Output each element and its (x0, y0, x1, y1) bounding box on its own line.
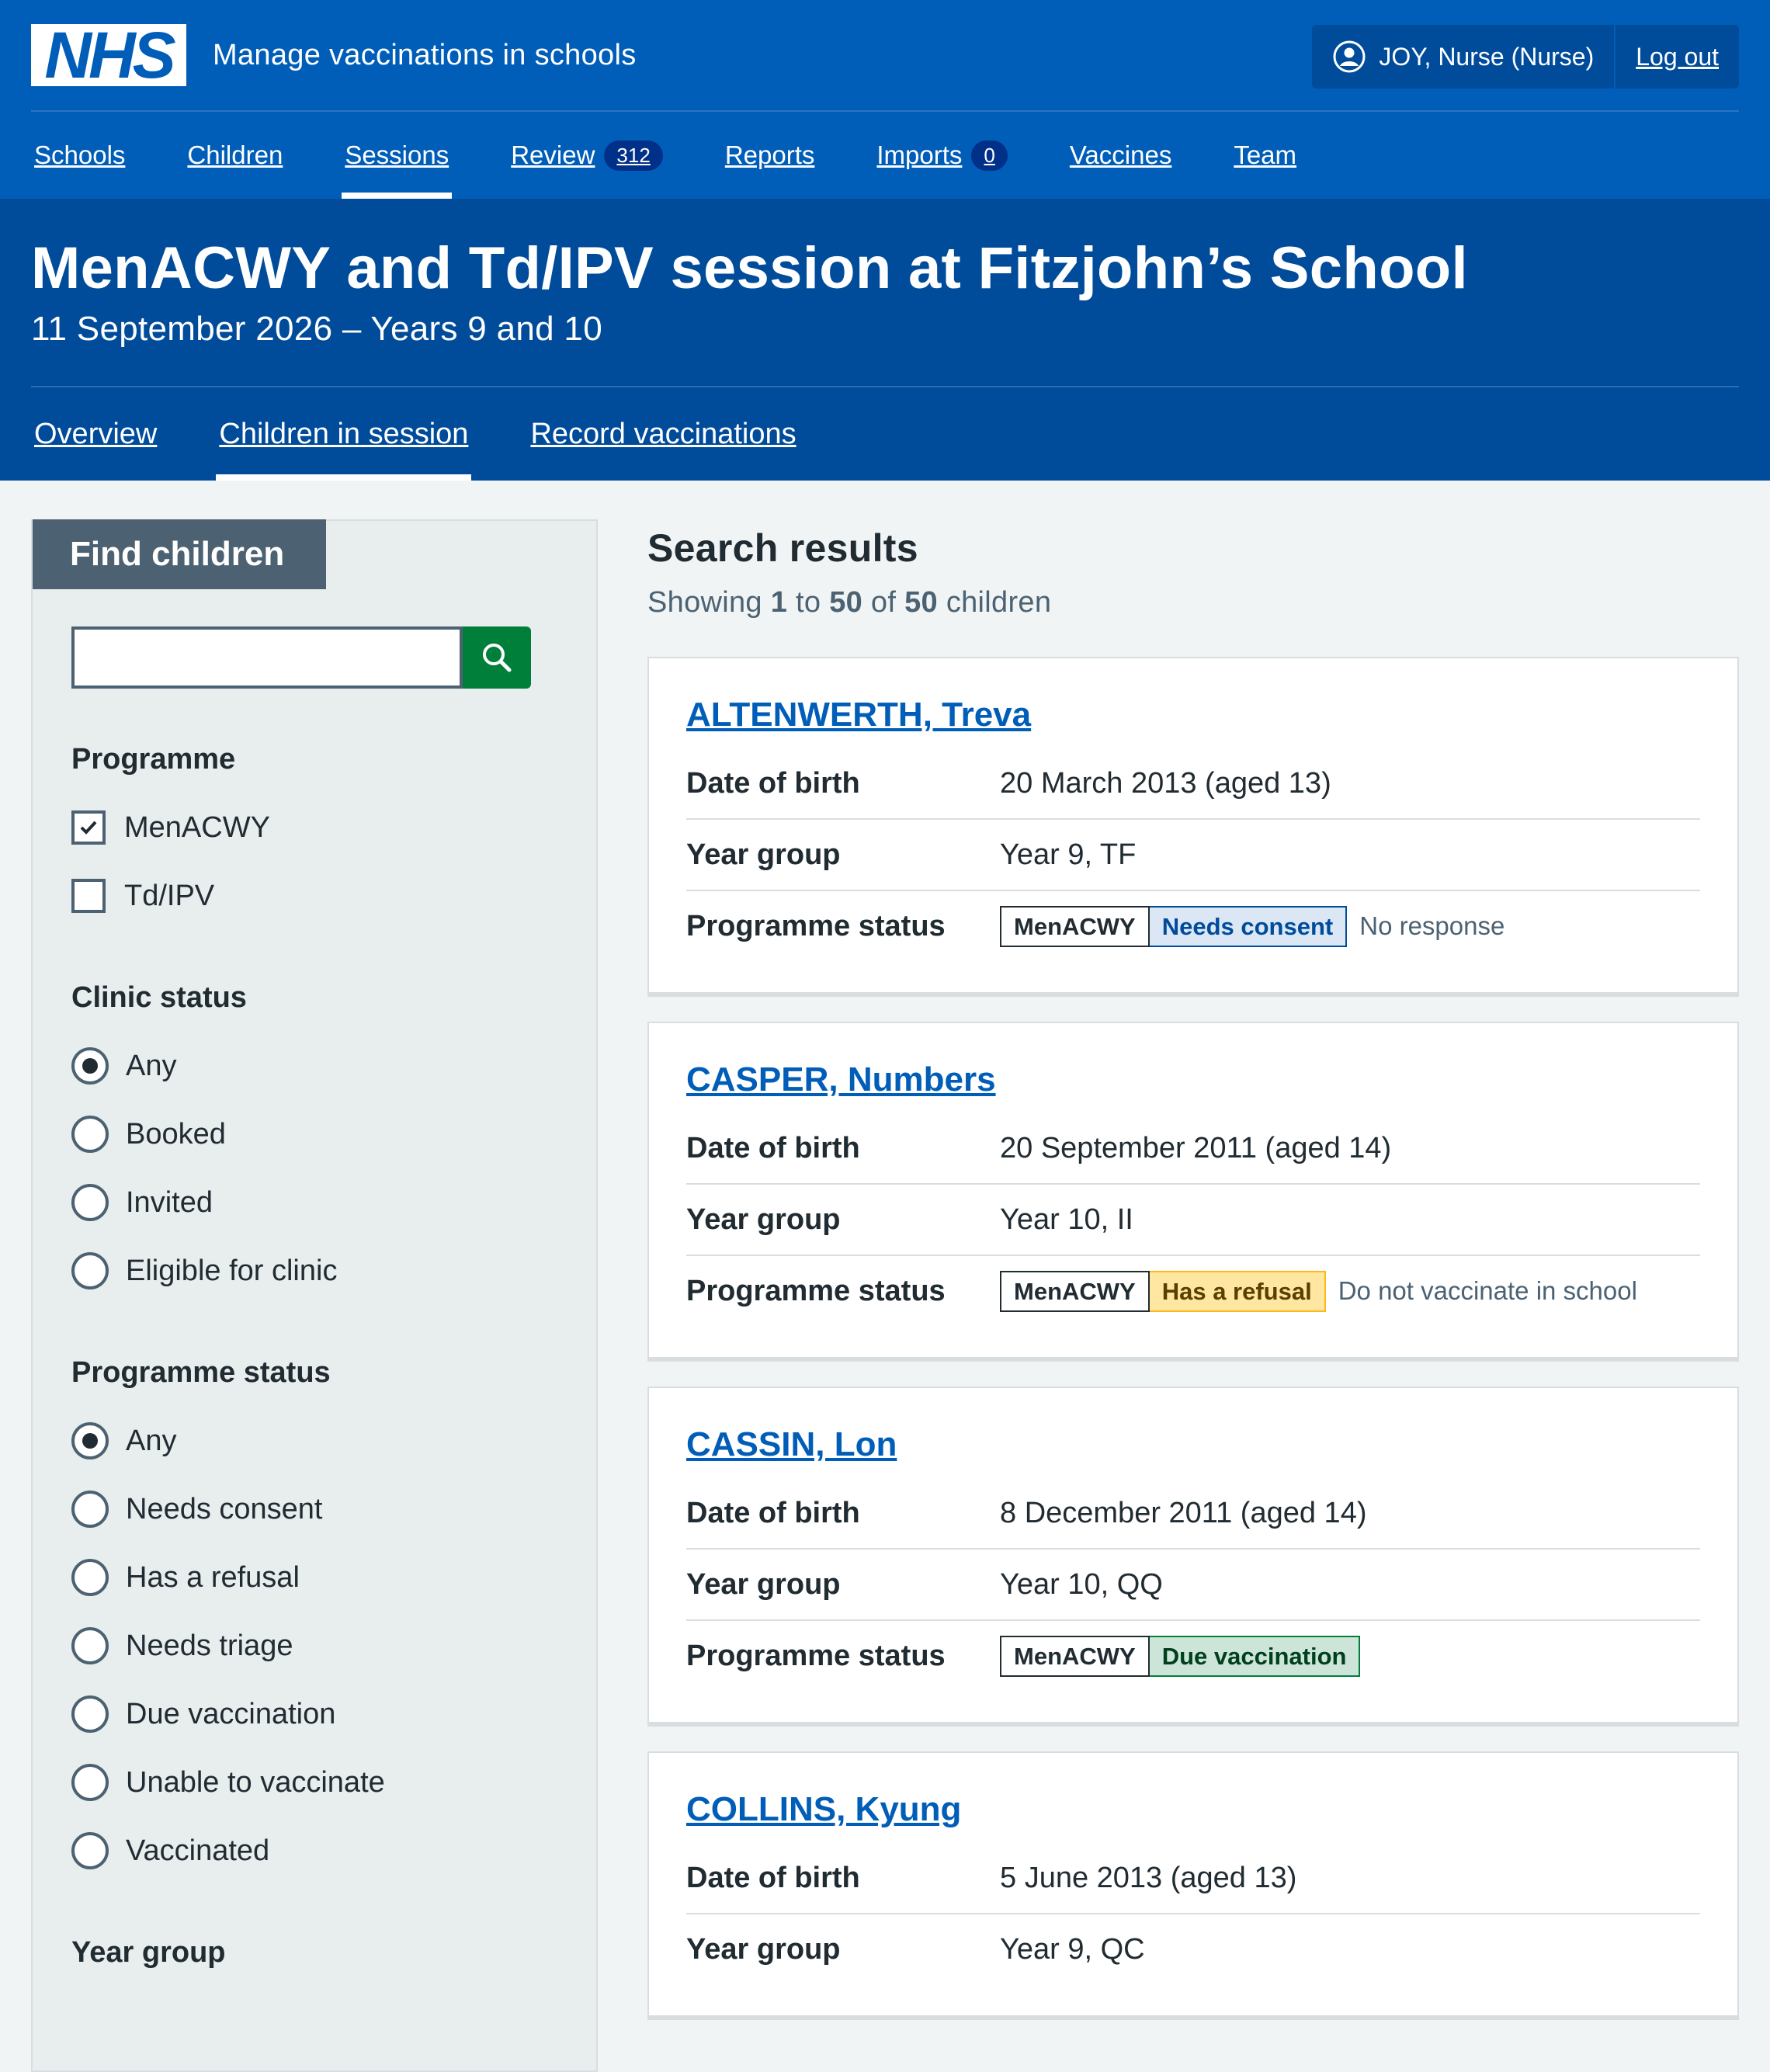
session-header: MenACWY and Td/IPV session at Fitzjohn’s… (0, 199, 1770, 481)
checkbox-unchecked[interactable] (71, 879, 106, 914)
clinic-status-option-any[interactable]: Any (71, 1032, 557, 1100)
summary-row-year: Year group Year 10, QQ (686, 1550, 1700, 1622)
page-title: MenACWY and Td/IPV session at Fitzjohn’s… (31, 235, 1468, 301)
programme-option-tdipv[interactable]: Td/IPV (71, 862, 557, 930)
child-name-link[interactable]: ALTENWERTH, Treva (686, 696, 1700, 734)
nav-item-team[interactable]: Team (1230, 112, 1300, 199)
radio[interactable] (71, 1695, 109, 1734)
status-note: Do not vaccinate in school (1338, 1276, 1637, 1306)
filter-panel: Find children Programme MenACWY Td/IPV C… (31, 519, 598, 2072)
main-content: Find children Programme MenACWY Td/IPV C… (0, 481, 1770, 2072)
summary-row-status: Programme status MenACWY Needs consent No… (686, 891, 1700, 961)
search-input[interactable] (71, 626, 463, 689)
summary-row-status: Programme status MenACWY Has a refusal Do… (686, 1256, 1700, 1326)
radio[interactable] (71, 1764, 109, 1802)
programme-status-option-due-vaccination[interactable]: Due vaccination (71, 1680, 557, 1748)
nav-item-schools[interactable]: Schools (31, 112, 128, 199)
programme-status-option-any[interactable]: Any (71, 1407, 557, 1475)
search-icon (483, 644, 512, 672)
programme-legend: Programme (71, 743, 236, 776)
clinic-status-legend: Clinic status (71, 981, 247, 1015)
summary-row-dob: Date of birth 20 September 2011 (aged 14) (686, 1113, 1700, 1185)
search-row (71, 626, 557, 689)
summary-row-year: Year group Year 10, II (686, 1185, 1700, 1257)
page-subtitle: 11 September 2026 – Years 9 and 10 (31, 310, 602, 349)
programme-tag: MenACWY (1000, 1635, 1150, 1677)
programme-status-option-needs-consent[interactable]: Needs consent (71, 1475, 557, 1543)
child-card: ALTENWERTH, Treva Date of birth 20 March … (647, 657, 1739, 998)
nav-item-review[interactable]: Review 312 (508, 112, 666, 199)
programme-status-option-needs-triage[interactable]: Needs triage (71, 1612, 557, 1680)
account-name: JOY, Nurse (Nurse) (1379, 42, 1595, 71)
summary-row-dob: Date of birth 8 December 2011 (aged 14) (686, 1478, 1700, 1550)
status-badge: Needs consent (1149, 905, 1348, 947)
service-name[interactable]: Manage vaccinations in schools (213, 39, 637, 72)
status-note: No response (1359, 911, 1505, 941)
check-icon (80, 821, 97, 835)
nav-item-vaccines[interactable]: Vaccines (1067, 112, 1175, 199)
logout-link[interactable]: Log out (1616, 43, 1739, 71)
radio[interactable] (71, 1832, 109, 1870)
summary-row-status: Programme status MenACWY Due vaccination (686, 1621, 1700, 1691)
summary-row-dob: Date of birth 5 June 2013 (aged 13) (686, 1843, 1700, 1915)
child-name-link[interactable]: CASPER, Numbers (686, 1060, 1700, 1099)
child-card: CASSIN, Lon Date of birth 8 December 2011… (647, 1387, 1739, 1727)
status-badge: Has a refusal (1149, 1270, 1326, 1312)
search-results: Search results Showing 1 to 50 of 50 chi… (647, 519, 1739, 2072)
child-name-link[interactable]: COLLINS, Kyung (686, 1790, 1700, 1829)
tab-children-in-session[interactable]: Children in session (216, 387, 472, 481)
programme-status-option-vaccinated[interactable]: Vaccinated (71, 1817, 557, 1885)
clinic-status-option-booked[interactable]: Booked (71, 1100, 557, 1168)
programme-tag: MenACWY (1000, 1270, 1150, 1312)
programme-tag: MenACWY (1000, 905, 1150, 947)
radio-selected[interactable] (71, 1422, 109, 1460)
child-card: CASPER, Numbers Date of birth 20 Septembe… (647, 1022, 1739, 1362)
radio[interactable] (71, 1559, 109, 1597)
programme-status-legend: Programme status (71, 1356, 331, 1390)
review-count-badge: 312 (604, 140, 663, 171)
site-header: NHS Manage vaccinations in schools JOY, … (0, 0, 1770, 199)
radio-selected[interactable] (71, 1047, 109, 1085)
nav-item-reports[interactable]: Reports (722, 112, 818, 199)
user-circle-icon (1333, 40, 1366, 73)
nav-item-imports[interactable]: Imports 0 (873, 112, 1011, 199)
nav-item-sessions[interactable]: Sessions (342, 112, 453, 199)
child-name-link[interactable]: CASSIN, Lon (686, 1425, 1700, 1464)
programme-status-option-has-refusal[interactable]: Has a refusal (71, 1543, 557, 1612)
year-group-legend: Year group (71, 1936, 226, 1970)
checkbox-checked[interactable] (71, 810, 106, 845)
tab-record-vaccinations[interactable]: Record vaccinations (527, 387, 799, 481)
imports-count-badge: 0 (971, 140, 1008, 171)
summary-row-year: Year group Year 9, QC (686, 1932, 1145, 1966)
radio[interactable] (71, 1252, 109, 1290)
clinic-status-option-invited[interactable]: Invited (71, 1168, 557, 1237)
results-heading: Search results (647, 526, 918, 571)
account-user: JOY, Nurse (Nurse) (1312, 25, 1614, 89)
programme-status-option-unable[interactable]: Unable to vaccinate (71, 1748, 557, 1817)
radio[interactable] (71, 1116, 109, 1154)
radio[interactable] (71, 1491, 109, 1529)
filter-top-border (326, 519, 596, 522)
programme-option-menacwy[interactable]: MenACWY (71, 793, 557, 862)
filter-heading: Find children (33, 519, 326, 590)
results-count: Showing 1 to 50 of 50 children (647, 586, 1052, 620)
clinic-status-option-eligible[interactable]: Eligible for clinic (71, 1237, 557, 1305)
search-button[interactable] (463, 626, 531, 689)
child-card: COLLINS, Kyung Date of birth 5 June 2013 … (647, 1751, 1739, 2021)
radio[interactable] (71, 1627, 109, 1665)
session-tabs: Overview Children in session Record vacc… (31, 387, 1739, 481)
primary-nav: Schools Children Sessions Review 312 Repo… (0, 112, 1770, 199)
nav-item-children[interactable]: Children (184, 112, 286, 199)
account-menu: JOY, Nurse (Nurse) Log out (1312, 25, 1739, 89)
summary-row-year: Year group Year 9, TF (686, 820, 1700, 892)
tab-overview[interactable]: Overview (31, 387, 160, 481)
summary-row-dob: Date of birth 20 March 2013 (aged 13) (686, 748, 1700, 821)
radio[interactable] (71, 1184, 109, 1222)
nhs-logo[interactable]: NHS (31, 23, 186, 88)
status-badge: Due vaccination (1149, 1635, 1361, 1677)
